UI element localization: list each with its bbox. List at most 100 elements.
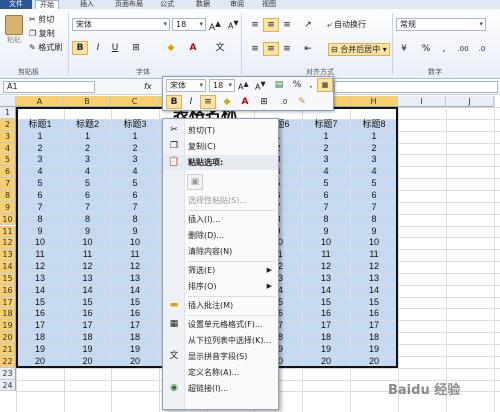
row-header[interactable]: 21 <box>0 344 16 356</box>
cut-button[interactable]: ✂ 剪切 <box>29 14 54 25</box>
tab-formulas[interactable]: 公式 <box>160 0 174 8</box>
tab-data[interactable]: 数据 <box>196 0 210 8</box>
column-header[interactable]: H <box>350 96 398 107</box>
data-cell[interactable]: 12 <box>350 261 398 273</box>
data-cell[interactable]: 14 <box>302 285 350 297</box>
data-cell[interactable]: 9 <box>111 226 159 238</box>
data-cell[interactable]: 19 <box>302 344 350 356</box>
row-header[interactable]: 17 <box>0 296 16 309</box>
header-cell[interactable]: 标题3 <box>111 119 159 131</box>
data-cell[interactable]: 1 <box>350 131 398 143</box>
data-cell[interactable]: 2 <box>64 143 111 155</box>
row-header[interactable]: 2 <box>0 118 16 131</box>
data-cell[interactable]: 20 <box>64 356 111 368</box>
data-cell[interactable]: 12 <box>302 261 350 273</box>
mini-font-select[interactable]: 宋体 <box>166 79 206 92</box>
mini-painter-icon[interactable]: ✎ <box>294 95 310 109</box>
row-header[interactable]: 9 <box>0 201 16 214</box>
data-cell[interactable]: 9 <box>16 226 64 238</box>
data-cell[interactable]: 20 <box>111 356 159 368</box>
data-cell[interactable]: 16 <box>64 308 111 320</box>
data-cell[interactable]: 13 <box>111 273 159 285</box>
font-color-icon[interactable]: A <box>185 41 201 55</box>
row-header[interactable]: 1 <box>0 107 16 119</box>
data-cell[interactable]: 16 <box>16 308 64 320</box>
data-cell[interactable]: 8 <box>111 214 159 226</box>
number-format-select[interactable]: 常规 <box>396 18 486 31</box>
menu-item-copy[interactable]: ❐ 复制(C) <box>163 139 278 154</box>
data-cell[interactable]: 14 <box>64 285 111 297</box>
data-cell[interactable]: 7 <box>350 202 398 214</box>
data-cell[interactable]: 13 <box>16 273 64 285</box>
data-cell[interactable]: 12 <box>111 261 159 273</box>
column-header[interactable]: C <box>111 96 159 107</box>
row-header[interactable]: 16 <box>0 284 16 297</box>
data-cell[interactable]: 13 <box>302 273 350 285</box>
menu-item-cut[interactable]: ✂ 剪切(T) <box>163 123 278 138</box>
data-cell[interactable]: 18 <box>302 332 350 344</box>
wrap-text-button[interactable]: ⤶ 自动换行 <box>327 19 366 30</box>
data-cell[interactable]: 7 <box>111 202 159 214</box>
data-cell[interactable]: 6 <box>111 190 159 202</box>
mini-currency-icon[interactable]: ▤ <box>271 78 287 92</box>
mini-shrink-font-icon[interactable]: A▼ <box>255 79 266 93</box>
mini-fill-color-icon[interactable]: ◆ <box>219 95 235 109</box>
data-cell[interactable]: 5 <box>302 178 350 190</box>
phonetic-icon[interactable]: 文 <box>212 41 228 55</box>
tab-view[interactable]: 视图 <box>262 0 276 8</box>
data-cell[interactable]: 1 <box>302 131 350 143</box>
data-cell[interactable]: 19 <box>64 344 111 356</box>
data-cell[interactable]: 4 <box>111 166 159 178</box>
fill-color-icon[interactable]: ◆ <box>163 41 179 55</box>
align-middle-icon[interactable]: ≡ <box>263 18 279 32</box>
data-cell[interactable]: 19 <box>350 344 398 356</box>
data-cell[interactable]: 6 <box>64 190 111 202</box>
data-cell[interactable]: 1 <box>111 131 159 143</box>
data-cell[interactable]: 14 <box>350 285 398 297</box>
row-header[interactable]: 6 <box>0 166 16 179</box>
mini-center-icon[interactable]: ≡ <box>200 95 216 109</box>
underline-button[interactable]: U <box>107 41 123 55</box>
mini-decimal-icon[interactable]: .0 <box>276 95 292 109</box>
select-all-corner[interactable] <box>0 96 16 107</box>
data-cell[interactable]: 6 <box>302 190 350 202</box>
data-cell[interactable]: 5 <box>64 178 111 190</box>
row-header[interactable]: 22 <box>0 355 16 368</box>
data-cell[interactable]: 17 <box>64 320 111 332</box>
data-cell[interactable]: 19 <box>111 344 159 356</box>
menu-item-filter[interactable]: 筛选(E) ▶ <box>163 263 278 278</box>
italic-button[interactable]: I <box>90 41 106 55</box>
data-cell[interactable]: 8 <box>16 214 64 226</box>
data-cell[interactable]: 4 <box>302 166 350 178</box>
data-cell[interactable]: 17 <box>111 320 159 332</box>
data-cell[interactable]: 11 <box>16 249 64 261</box>
align-center-icon[interactable]: ≡ <box>263 42 279 56</box>
data-cell[interactable]: 10 <box>302 237 350 249</box>
data-cell[interactable]: 7 <box>64 202 111 214</box>
row-header[interactable]: 5 <box>0 154 16 167</box>
data-cell[interactable]: 12 <box>16 261 64 273</box>
menu-item-insert-comment[interactable]: ▬ 插入批注(M) <box>163 298 278 313</box>
data-cell[interactable]: 15 <box>64 297 111 309</box>
row-header[interactable]: 14 <box>0 261 16 273</box>
data-cell[interactable]: 2 <box>302 143 350 155</box>
data-cell[interactable]: 17 <box>302 320 350 332</box>
data-cell[interactable]: 16 <box>111 308 159 320</box>
data-cell[interactable]: 18 <box>16 332 64 344</box>
data-cell[interactable]: 1 <box>16 131 64 143</box>
data-cell[interactable]: 15 <box>16 297 64 309</box>
data-cell[interactable]: 12 <box>64 261 111 273</box>
data-cell[interactable]: 8 <box>302 214 350 226</box>
row-header[interactable]: 19 <box>0 320 16 333</box>
data-cell[interactable]: 10 <box>16 237 64 249</box>
paste-option-icon[interactable]: ▣ <box>187 174 203 190</box>
data-cell[interactable]: 5 <box>350 178 398 190</box>
percent-button[interactable]: % <box>418 42 434 56</box>
data-cell[interactable]: 20 <box>302 356 350 368</box>
increase-decimal-icon[interactable]: .00 <box>455 42 471 56</box>
menu-item-hyperlink[interactable]: ◉ 超链接(I)... <box>163 381 278 396</box>
header-cell[interactable]: 标题2 <box>64 119 111 131</box>
align-left-icon[interactable]: ≡ <box>247 42 263 56</box>
data-cell[interactable]: 5 <box>16 178 64 190</box>
border-icon[interactable]: ⊞ <box>128 41 144 55</box>
